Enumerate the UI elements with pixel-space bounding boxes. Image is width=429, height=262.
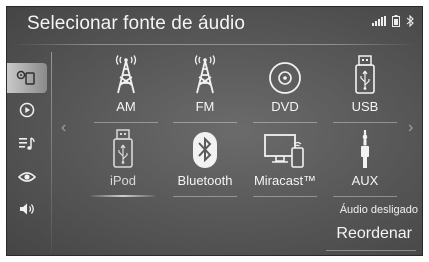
usb-icon: [354, 51, 376, 95]
ipod-usb-icon: [112, 125, 134, 169]
source-underline: [94, 122, 158, 123]
source-label: AM: [116, 99, 136, 114]
source-underline: [173, 122, 237, 123]
audio-off-button[interactable]: Áudio desligado: [340, 204, 418, 216]
status-bar: [372, 15, 414, 27]
source-label: AUX: [351, 173, 379, 188]
selected-underline: [91, 195, 155, 197]
page-title: Selecionar fonte de áudio: [27, 13, 245, 34]
sidebar-item-source[interactable]: [7, 63, 47, 93]
radio-tower-icon: [190, 51, 220, 95]
volume-icon: [20, 203, 34, 215]
sidebar: [7, 52, 52, 252]
source-ipod-button[interactable]: iPod: [85, 125, 161, 197]
chevron-left-icon[interactable]: ‹: [61, 119, 66, 137]
source-underline: [333, 196, 397, 197]
sidebar-item-play[interactable]: [7, 95, 47, 125]
aux-jack-icon: [358, 125, 372, 169]
source-label: FM: [195, 99, 215, 114]
source-dvd-button[interactable]: DVD: [247, 51, 323, 123]
bluetooth-icon: [406, 15, 414, 27]
sidebar-divider: [51, 52, 52, 252]
sidebar-item-playlist[interactable]: [7, 129, 47, 159]
source-label: Miracast™: [253, 173, 317, 188]
phone-battery-icon: [392, 15, 400, 27]
source-label: DVD: [271, 99, 299, 114]
source-usb-button[interactable]: USB: [327, 51, 403, 123]
view-icon: [18, 172, 36, 182]
sidebar-item-volume[interactable]: [7, 194, 47, 224]
play-icon: [19, 102, 35, 118]
reorder-underline: [326, 250, 416, 251]
source-aux-button[interactable]: AUX: [327, 125, 403, 197]
radio-tower-icon: [111, 51, 141, 95]
source-miracast-button[interactable]: Miracast™: [247, 125, 323, 197]
miracast-icon: [264, 125, 306, 169]
source-underline: [253, 196, 317, 197]
header-divider: [13, 44, 416, 45]
playlist-icon: [19, 137, 35, 150]
source-am-button[interactable]: AM: [88, 51, 164, 123]
source-underline: [173, 196, 237, 197]
source-label: iPod: [109, 173, 137, 188]
source-label: USB: [351, 99, 379, 114]
source-bluetooth-button[interactable]: Bluetooth: [167, 125, 243, 197]
source-underline: [253, 122, 317, 123]
signal-bars-icon: [372, 16, 386, 26]
chevron-right-icon[interactable]: ›: [408, 119, 413, 137]
reorder-button[interactable]: Reordenar: [332, 223, 416, 245]
bluetooth-icon: [192, 125, 218, 169]
source-fm-button[interactable]: FM: [167, 51, 243, 123]
disc-icon: [268, 51, 302, 95]
source-label: Bluetooth: [177, 173, 233, 188]
media-source-icon: [16, 70, 35, 85]
sidebar-item-view[interactable]: [7, 162, 47, 192]
audio-source-screen: Selecionar fonte de áudio ‹ › AM FM DVD …: [6, 6, 423, 256]
source-underline: [333, 122, 397, 123]
